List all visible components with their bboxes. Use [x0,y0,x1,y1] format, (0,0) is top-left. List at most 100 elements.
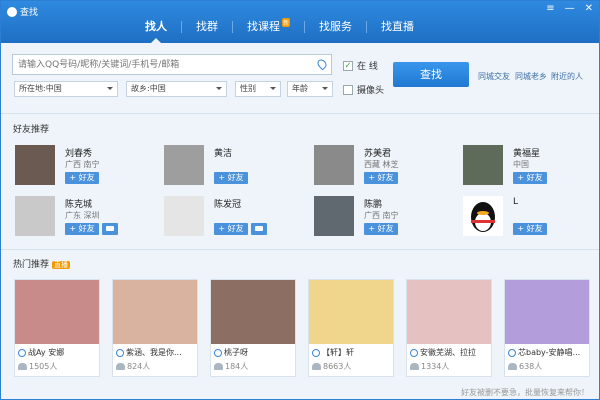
avatar[interactable] [314,196,354,236]
penguin-icon [471,202,495,232]
friend-card: 黄福星 中国 + 好友 [463,145,600,187]
add-friend-button[interactable]: + 好友 [65,223,99,235]
streamer-name: 战Ay 安娜 [28,348,65,357]
close-button[interactable]: ✕ [585,3,593,14]
tab-label: 找群 [196,20,218,33]
gender-value: 性别 [240,84,256,93]
caret-down-icon [107,87,113,93]
viewer-count-text: 638人 [519,362,543,371]
quick-link-townsmen[interactable]: 同城老乡 [515,71,547,82]
hometown-value: 故乡:中国 [131,84,166,93]
add-friend-button[interactable]: + 好友 [214,172,248,184]
friend-location: 西藏 林芝 [364,160,399,169]
people-icon [508,363,517,370]
hometown-dropdown[interactable]: 故乡:中国 [126,81,227,97]
friend-location: 广西 南宁 [364,211,399,220]
gender-dropdown[interactable]: 性别 [235,81,281,97]
add-friend-button[interactable]: + 好友 [214,223,248,235]
viewer-count-text: 1334人 [421,362,450,371]
add-friend-button[interactable]: + 好友 [513,223,547,235]
age-value: 年龄 [292,84,308,93]
tab-find-people[interactable]: 找人 [131,15,181,43]
stream-title: 【轩】轩 [309,344,393,358]
friend-location: 中国 [513,160,529,169]
add-friend-button[interactable]: + 好友 [513,172,547,184]
stream-thumbnail[interactable] [15,280,99,344]
stream-thumbnail[interactable] [407,280,491,344]
friend-location: 广东 深圳 [65,211,100,220]
user-icon [508,348,516,357]
qq-logo-icon [7,6,17,17]
live-card[interactable]: 芯baby-安静唱... 638人 [504,279,590,377]
camera-label: 摄像头 [357,86,385,96]
avatar[interactable] [314,145,354,185]
stream-thumbnail[interactable] [211,280,295,344]
friend-name: 苏美君 [364,149,392,159]
quick-link-same-city[interactable]: 同城交友 [478,71,510,82]
avatar[interactable] [15,196,55,236]
search-button[interactable]: 查找 [393,62,469,87]
stream-thumbnail[interactable] [309,280,393,344]
user-icon [410,348,418,357]
stream-title: 战Ay 安娜 [15,344,99,358]
tab-find-services[interactable]: 找服务 [305,15,366,43]
minimize-button[interactable]: — [565,3,575,14]
stream-title: 安徽芜湖、拉拉 [407,344,491,358]
location-pin-icon[interactable] [315,57,329,71]
user-icon [18,348,26,357]
message-icon[interactable] [102,223,118,235]
location-dropdown[interactable]: 所在地:中国 [14,81,118,97]
add-friend-button[interactable]: + 好友 [364,172,398,184]
age-dropdown[interactable]: 年龄 [287,81,333,97]
avatar[interactable] [463,145,503,185]
online-checkbox[interactable]: ✓ 在 线 [343,59,378,72]
stream-thumbnail[interactable] [505,280,589,344]
stream-title: 桃子呀 [211,344,295,358]
friend-name: 陈发冠 [214,200,242,210]
live-card[interactable]: 战Ay 安娜 1505人 [14,279,100,377]
search-box [12,54,332,75]
window-title-text: 查找 [20,8,39,18]
new-badge: 新 [282,18,291,27]
divider [1,113,599,114]
online-label: 在 线 [357,62,378,72]
people-icon [18,363,27,370]
avatar[interactable] [164,196,204,236]
tab-find-courses[interactable]: 找课程新 [233,15,304,43]
tab-label: 找服务 [319,20,353,33]
tab-bar: 找人 找群 找课程新 找服务 找直播 [131,15,428,43]
avatar[interactable] [463,196,503,236]
live-card[interactable]: 安徽芜湖、拉拉 1334人 [406,279,492,377]
viewer-count-text: 184人 [225,362,249,371]
streamer-name: 芯baby-安静唱... [518,348,581,357]
window-controls: ≡ — ✕ [546,3,593,14]
avatar[interactable] [15,145,55,185]
stream-thumbnail[interactable] [113,280,197,344]
friend-name: 黄福星 [513,149,541,159]
live-card[interactable]: 【轩】轩 8663人 [308,279,394,377]
live-card[interactable]: 紫涵、我是你... 824人 [112,279,198,377]
streamer-name: 桃子呀 [224,348,248,357]
search-input[interactable] [13,55,303,74]
add-friend-button[interactable]: + 好友 [364,223,398,235]
camera-checkbox[interactable]: 摄像头 [343,83,384,96]
add-friend-button[interactable]: + 好友 [65,172,99,184]
streamer-name: 紫涵、我是你... [126,348,182,357]
viewer-count: 824人 [113,358,197,372]
viewer-count-text: 1505人 [29,362,58,371]
tab-find-live[interactable]: 找直播 [367,15,428,43]
footer-tip-link[interactable]: 好友被删不要急，批量恢复来帮你！ [461,387,589,398]
caret-down-icon [322,87,328,93]
hot-section-label: 热门推荐 [13,260,50,270]
friend-card: 陈鹏 广西 南宁 + 好友 [314,196,454,238]
message-icon[interactable] [251,223,267,235]
stream-title: 芯baby-安静唱... [505,344,589,358]
menu-button[interactable]: ≡ [546,3,554,14]
quick-link-nearby[interactable]: 附近的人 [551,71,583,82]
hot-section-title: 热门推荐 直播 [13,257,71,270]
live-card[interactable]: 桃子呀 184人 [210,279,296,377]
divider [1,249,599,250]
user-icon [116,348,124,357]
avatar[interactable] [164,145,204,185]
tab-find-groups[interactable]: 找群 [182,15,232,43]
